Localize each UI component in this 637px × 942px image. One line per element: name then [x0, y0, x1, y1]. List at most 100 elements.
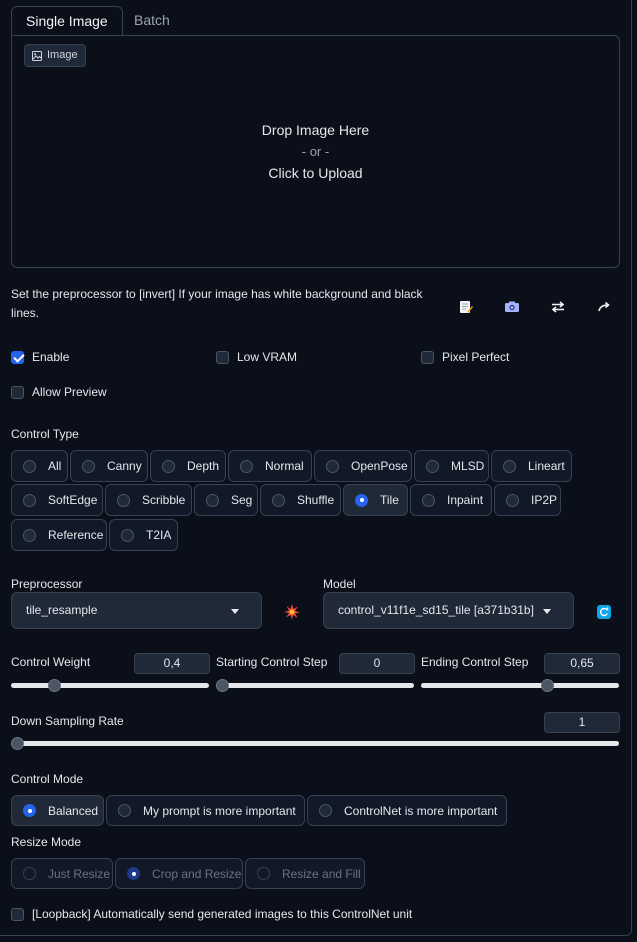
control-type-softedge[interactable]: SoftEdge: [11, 484, 103, 516]
radio-label: Crop and Resize: [152, 866, 242, 881]
radio-dot: [422, 493, 435, 507]
radio-label: OpenPose: [351, 459, 408, 473]
radio-dot: [240, 459, 253, 473]
radio-label: T2IA: [146, 528, 172, 542]
pixel-perfect-checkbox[interactable]: Pixel Perfect: [421, 350, 509, 364]
control-mode-prompt-important[interactable]: My prompt is more important: [106, 795, 305, 826]
radio-label: Scribble: [142, 493, 186, 507]
edit-canvas-icon[interactable]: [458, 299, 474, 315]
control-type-mlsd[interactable]: MLSD: [414, 450, 489, 482]
control-type-depth[interactable]: Depth: [150, 450, 226, 482]
control-weight-slider-thumb[interactable]: [48, 679, 61, 692]
radio-dot: [503, 459, 516, 473]
pixel-perfect-checkbox-box[interactable]: [421, 350, 434, 364]
enable-checkbox[interactable]: Enable: [11, 350, 69, 364]
tab-batch[interactable]: Batch: [120, 6, 184, 35]
drop-or-text: - or -: [301, 144, 330, 159]
radio-label: Depth: [187, 459, 220, 473]
radio-dot: [117, 493, 130, 507]
enable-label: Enable: [32, 350, 70, 364]
radio-label: My prompt is more important: [143, 803, 296, 818]
starting-step-slider-thumb[interactable]: [216, 679, 229, 692]
down-sampling-slider[interactable]: [11, 741, 619, 746]
control-type-shuffle[interactable]: Shuffle: [260, 484, 341, 516]
radio-dot: [355, 493, 368, 507]
radio-label: All: [48, 459, 62, 473]
control-type-scribble[interactable]: Scribble: [105, 484, 192, 516]
control-type-canny[interactable]: Canny: [70, 450, 148, 482]
radio-label: Lineart: [528, 459, 565, 473]
model-select[interactable]: control_v11f1e_sd15_tile [a371b31b]: [323, 592, 574, 629]
radio-dot: [23, 528, 36, 542]
radio-label: SoftEdge: [48, 493, 98, 507]
pixel-perfect-label: Pixel Perfect: [442, 350, 510, 364]
allow-preview-checkbox-box[interactable]: [11, 385, 24, 399]
radio-dot: [319, 804, 332, 817]
low-vram-checkbox-box[interactable]: [216, 350, 229, 364]
low-vram-checkbox[interactable]: Low VRAM: [216, 350, 297, 364]
send-dimensions-icon[interactable]: [596, 299, 612, 315]
down-sampling-input[interactable]: 1: [544, 712, 620, 733]
control-type-lineart[interactable]: Lineart: [491, 450, 572, 482]
control-type-tile[interactable]: Tile: [343, 484, 408, 516]
radio-dot: [426, 459, 439, 473]
radio-dot: [82, 459, 95, 473]
run-preprocessor-icon[interactable]: [284, 604, 300, 620]
starting-step-input[interactable]: 0: [339, 653, 415, 674]
resize-mode-crop-and-resize[interactable]: Crop and Resize: [115, 858, 243, 889]
radio-label: Seg: [231, 493, 253, 507]
click-to-upload-text: Click to Upload: [268, 165, 363, 181]
radio-dot: [121, 528, 134, 542]
ending-step-slider[interactable]: [421, 683, 619, 688]
control-type-ip2p[interactable]: IP2P: [494, 484, 561, 516]
allow-preview-checkbox[interactable]: Allow Preview: [11, 385, 107, 399]
radio-dot: [23, 493, 36, 507]
control-mode-controlnet-important[interactable]: ControlNet is more important: [307, 795, 507, 826]
control-weight-label: Control Weight: [11, 655, 91, 669]
swap-arrows-icon[interactable]: [550, 299, 566, 315]
radio-label: IP2P: [531, 493, 558, 507]
control-type-t2ia[interactable]: T2IA: [109, 519, 178, 551]
radio-dot: [162, 459, 175, 473]
resize-mode-resize-and-fill[interactable]: Resize and Fill: [245, 858, 365, 889]
preprocessor-select[interactable]: tile_resample: [11, 592, 262, 629]
radio-dot: [23, 459, 36, 473]
control-type-openpose[interactable]: OpenPose: [314, 450, 412, 482]
control-weight-input[interactable]: 0,4: [134, 653, 210, 674]
radio-label: Tile: [380, 493, 399, 507]
radio-dot: [272, 493, 285, 507]
control-type-label: Control Type: [11, 427, 79, 441]
radio-dot: [257, 867, 270, 880]
radio-dot: [206, 493, 219, 507]
radio-label: Balanced: [48, 803, 99, 818]
radio-label: Just Resize: [48, 866, 111, 881]
control-type-all[interactable]: All: [11, 450, 68, 482]
control-type-reference[interactable]: Reference: [11, 519, 107, 551]
control-type-normal[interactable]: Normal: [228, 450, 312, 482]
radio-label: ControlNet is more important: [344, 803, 498, 818]
tab-single-image[interactable]: Single Image: [11, 6, 123, 36]
radio-label: Reference: [48, 528, 104, 542]
radio-dot: [127, 867, 140, 880]
image-upload-dropzone[interactable]: Image Drop Image Here - or - Click to Up…: [11, 35, 620, 268]
radio-dot: [326, 459, 339, 473]
control-type-inpaint[interactable]: Inpaint: [410, 484, 492, 516]
loopback-label: [Loopback] Automatically send generated …: [32, 907, 413, 921]
chevron-down-icon: [543, 609, 551, 614]
down-sampling-slider-thumb[interactable]: [11, 737, 24, 750]
starting-step-slider[interactable]: [216, 683, 414, 688]
model-label: Model: [323, 577, 356, 591]
control-mode-balanced[interactable]: Balanced: [11, 795, 104, 826]
loopback-checkbox[interactable]: [Loopback] Automatically send generated …: [11, 907, 412, 921]
control-type-seg[interactable]: Seg: [194, 484, 258, 516]
radio-label: Normal: [265, 459, 304, 473]
control-weight-slider[interactable]: [11, 683, 209, 688]
resize-mode-just-resize[interactable]: Just Resize: [11, 858, 113, 889]
enable-checkbox-box[interactable]: [11, 350, 24, 364]
loopback-checkbox-box[interactable]: [11, 907, 24, 921]
camera-icon[interactable]: [504, 299, 520, 315]
image-badge-label: Image: [47, 49, 78, 61]
radio-dot: [506, 493, 519, 507]
refresh-models-icon[interactable]: [597, 605, 611, 619]
ending-step-input[interactable]: 0,65: [544, 653, 620, 674]
